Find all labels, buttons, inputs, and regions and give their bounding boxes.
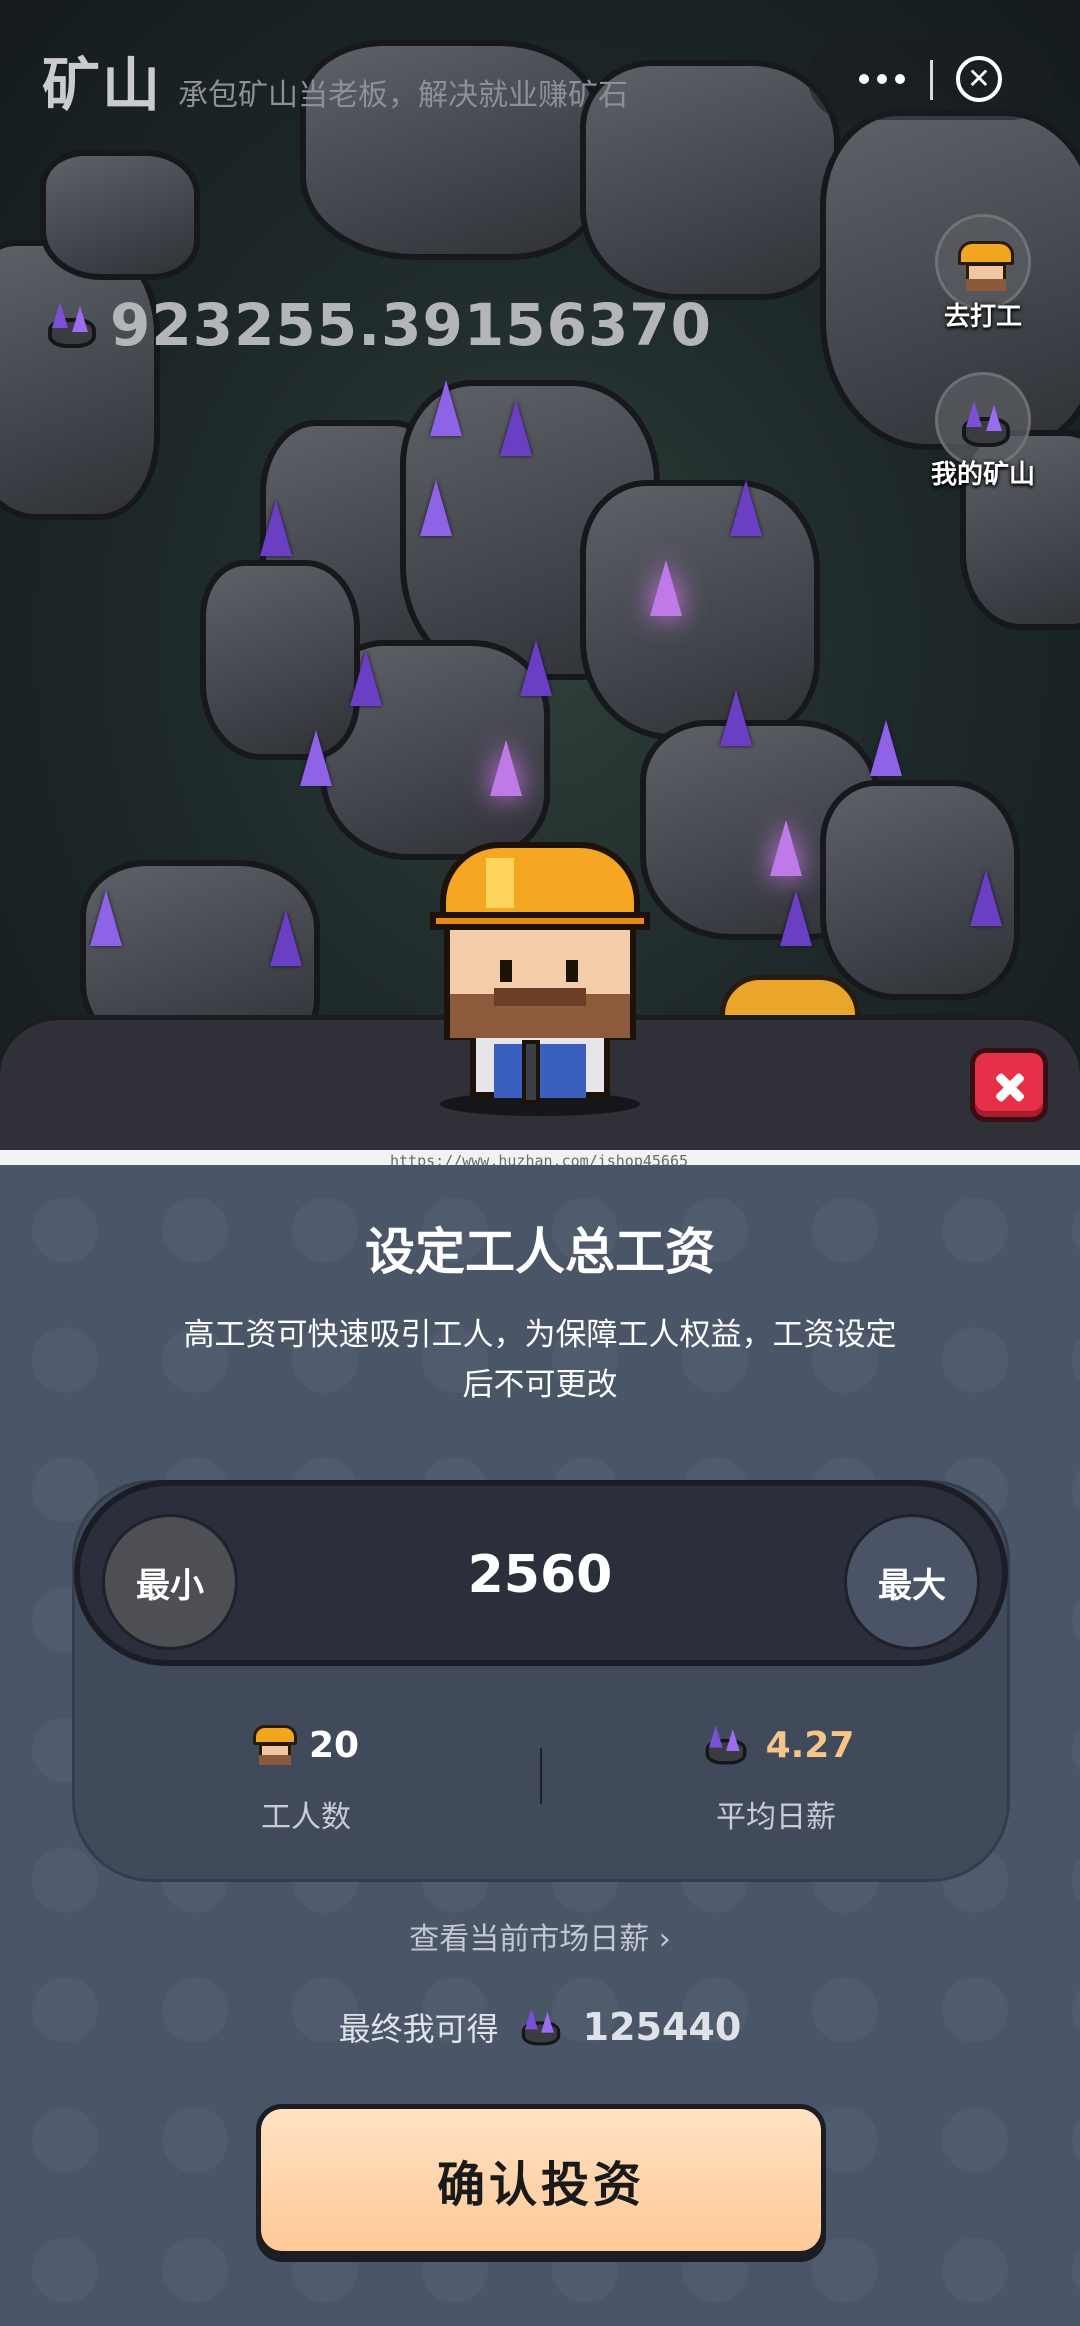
crystal bbox=[720, 690, 752, 746]
crystal bbox=[520, 640, 552, 696]
worker-count-stat: 20 工人数 bbox=[156, 1720, 456, 1836]
market-wage-link[interactable]: 查看当前市场日薪 › bbox=[0, 1914, 1080, 1958]
my-mine-label: 我的矿山 bbox=[930, 460, 1035, 490]
crystal bbox=[90, 890, 122, 946]
final-earnings-label: 最终我可得 bbox=[338, 2010, 499, 2048]
close-panel-button[interactable] bbox=[970, 1048, 1048, 1122]
crystal bbox=[730, 480, 762, 536]
crystal bbox=[270, 910, 302, 966]
rock bbox=[200, 560, 360, 760]
ore-crystal-icon bbox=[702, 1724, 750, 1767]
panel-title: 设定工人总工资 bbox=[365, 1223, 715, 1281]
rock bbox=[580, 480, 820, 740]
daily-wage-label: 平均日薪 bbox=[716, 1800, 836, 1835]
min-button[interactable]: 最小 bbox=[102, 1514, 238, 1650]
balance-value: 923255.39156370 bbox=[110, 291, 713, 359]
title-bar: 矿山 承包矿山当老板，解决就业赚矿石 ✕ bbox=[0, 0, 1080, 160]
go-work-label: 去打工 bbox=[943, 302, 1022, 332]
close-circle-icon[interactable]: ✕ bbox=[956, 56, 1002, 102]
final-earnings: 最终我可得 125440 bbox=[0, 2002, 1080, 2052]
crystal bbox=[780, 890, 812, 946]
app-subtitle: 承包矿山当老板，解决就业赚矿石 bbox=[178, 78, 628, 113]
stat-divider bbox=[540, 1748, 542, 1804]
ore-crystal-icon bbox=[518, 2007, 563, 2047]
crystal bbox=[770, 820, 802, 876]
miner-character bbox=[430, 830, 650, 1120]
crystal bbox=[260, 500, 292, 556]
mini-program-capsule: ✕ bbox=[808, 38, 1052, 120]
crystal bbox=[650, 560, 682, 616]
crystal bbox=[970, 870, 1002, 926]
crystal bbox=[300, 730, 332, 786]
crystal bbox=[350, 650, 382, 706]
crystal bbox=[490, 740, 522, 796]
crystal bbox=[430, 380, 462, 436]
rock bbox=[0, 240, 160, 520]
ore-crystal-icon bbox=[44, 300, 100, 350]
ore-balance: 923255.39156370 bbox=[44, 290, 712, 360]
max-button[interactable]: 最大 bbox=[844, 1514, 980, 1650]
more-menu-button[interactable] bbox=[832, 46, 932, 112]
daily-wage-value: 4.27 bbox=[765, 1724, 855, 1766]
crystal bbox=[420, 480, 452, 536]
crystal bbox=[500, 400, 532, 456]
crystal bbox=[870, 720, 902, 776]
confirm-investment-button[interactable]: 确认投资 bbox=[256, 2104, 826, 2256]
final-earnings-value: 125440 bbox=[582, 2005, 742, 2049]
capsule-divider bbox=[930, 60, 933, 100]
my-mine-button[interactable]: 我的矿山 bbox=[918, 372, 1048, 491]
rock bbox=[40, 150, 200, 280]
daily-wage-stat: 4.27 平均日薪 bbox=[626, 1720, 926, 1836]
worker-count-value: 20 bbox=[308, 1724, 360, 1766]
panel-description: 高工资可快速吸引工人，为保障工人权益，工资设定后不可更改 bbox=[183, 1317, 897, 1403]
app-title: 矿山 bbox=[42, 51, 163, 119]
go-work-button[interactable]: 去打工 bbox=[918, 214, 1048, 333]
miner-helmet-icon bbox=[252, 1725, 297, 1765]
game-scene: 矿山 承包矿山当老板，解决就业赚矿石 ✕ 923255.39156370 去打工… bbox=[0, 0, 1080, 1165]
wage-amount[interactable]: 2560 bbox=[340, 1545, 740, 1605]
worker-count-label: 工人数 bbox=[261, 1800, 351, 1835]
